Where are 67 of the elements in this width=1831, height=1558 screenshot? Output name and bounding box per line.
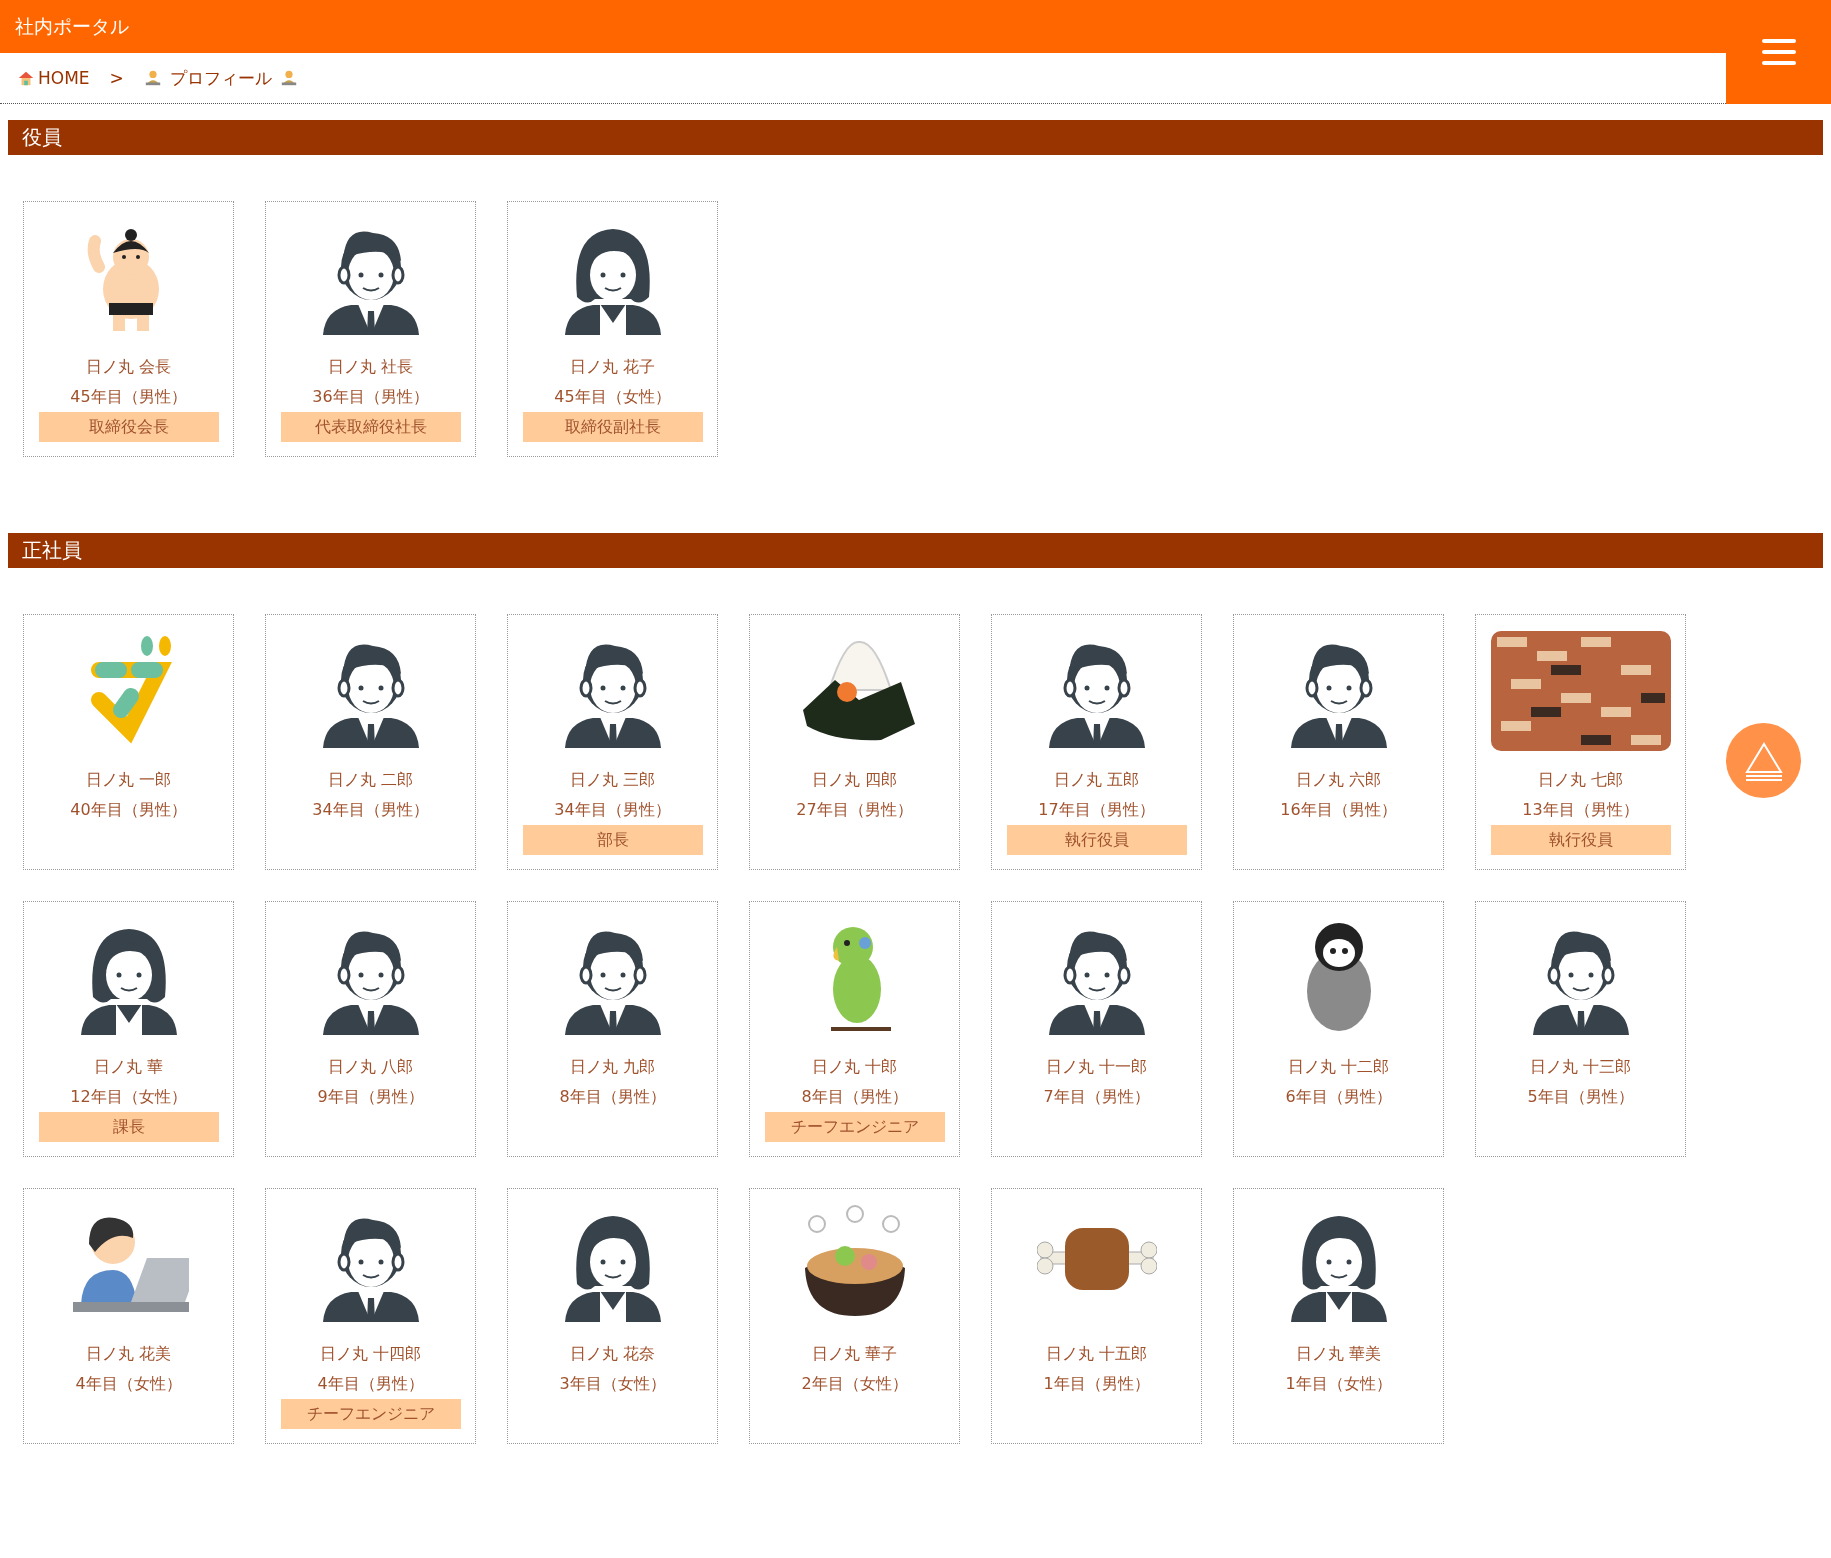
employee-name: 日ノ丸 四郎 [811,769,898,791]
tenure-text: 34年目（男性） [312,799,429,821]
tenure-text: 5年目（男性） [1527,1086,1634,1108]
tenure-text: 9年目（男性） [317,1086,424,1108]
tenure-text: 36年目（男性） [312,386,429,408]
tenure-text: 4年目（女性） [75,1373,182,1395]
employee-name: 日ノ丸 十二郎 [1287,1056,1390,1078]
job-title-label: 課長 [38,1112,219,1142]
employee-name: 日ノ丸 八郎 [327,1056,414,1078]
employee-name: 日ノ丸 五郎 [1053,769,1140,791]
employee-name: 日ノ丸 二郎 [327,769,414,791]
employee-name: 日ノ丸 華 [93,1056,164,1078]
employee-name: 日ノ丸 六郎 [1295,769,1382,791]
person-at-desk-icon [143,69,162,87]
person-at-desk-icon [279,69,298,87]
job-title-label: チーフエンジニア [280,1399,461,1429]
tenure-text: 45年目（女性） [554,386,671,408]
employee-name: 日ノ丸 三郎 [569,769,656,791]
employee-name: 日ノ丸 会長 [85,356,172,378]
tenure-text: 7年目（男性） [1043,1086,1150,1108]
employee-name: 日ノ丸 社長 [327,356,414,378]
breadcrumb-current: プロフィール [169,66,272,90]
job-title-label: 執行役員 [1006,825,1187,855]
tenure-text: 3年目（女性） [559,1373,666,1395]
home-link[interactable]: HOME [17,68,90,88]
employee-name: 日ノ丸 花美 [85,1343,172,1365]
tenure-text: 8年目（男性） [559,1086,666,1108]
house-icon [17,69,35,87]
employee-name: 日ノ丸 十一郎 [1045,1056,1148,1078]
employee-name: 日ノ丸 花奈 [569,1343,656,1365]
tenure-text: 2年目（女性） [801,1373,908,1395]
employee-name: 日ノ丸 十四郎 [319,1343,422,1365]
menu-icon [1761,39,1796,65]
up-triangle-icon [1743,740,1784,781]
section-heading: 正社員 [8,533,1823,568]
job-title-label: 取締役会長 [38,412,219,442]
tenure-text: 4年目（男性） [317,1373,424,1395]
job-title-label: 執行役員 [1490,825,1671,855]
employee-name: 日ノ丸 花子 [569,356,656,378]
tenure-text: 8年目（男性） [801,1086,908,1108]
job-title-label: チーフエンジニア [764,1112,945,1142]
employee-name: 日ノ丸 十三郎 [1529,1056,1632,1078]
tenure-text: 1年目（女性） [1285,1373,1392,1395]
tenure-text: 40年目（男性） [70,799,187,821]
job-title-label: 取締役副社長 [522,412,703,442]
tenure-text: 27年目（男性） [796,799,913,821]
menu-button[interactable] [1726,0,1831,104]
job-title-label: 代表取締役社長 [280,412,461,442]
tenure-text: 34年目（男性） [554,799,671,821]
employee-name: 日ノ丸 九郎 [569,1056,656,1078]
tenure-text: 12年目（女性） [70,1086,187,1108]
employee-name: 日ノ丸 一郎 [85,769,172,791]
section-heading: 役員 [8,120,1823,155]
tenure-text: 6年目（男性） [1285,1086,1392,1108]
employee-name: 日ノ丸 十郎 [811,1056,898,1078]
tenure-text: 45年目（男性） [70,386,187,408]
site-title: 社内ポータル [15,13,129,39]
employee-name: 日ノ丸 華子 [811,1343,898,1365]
employee-name: 日ノ丸 十五郎 [1045,1343,1148,1365]
tenure-text: 13年目（男性） [1522,799,1639,821]
tenure-text: 1年目（男性） [1043,1373,1150,1395]
job-title-label: 部長 [522,825,703,855]
employee-name: 日ノ丸 七郎 [1537,769,1624,791]
tenure-text: 16年目（男性） [1280,799,1397,821]
employee-name: 日ノ丸 華美 [1295,1343,1382,1365]
tenure-text: 17年目（男性） [1038,799,1155,821]
breadcrumb-separator: > [109,68,124,88]
